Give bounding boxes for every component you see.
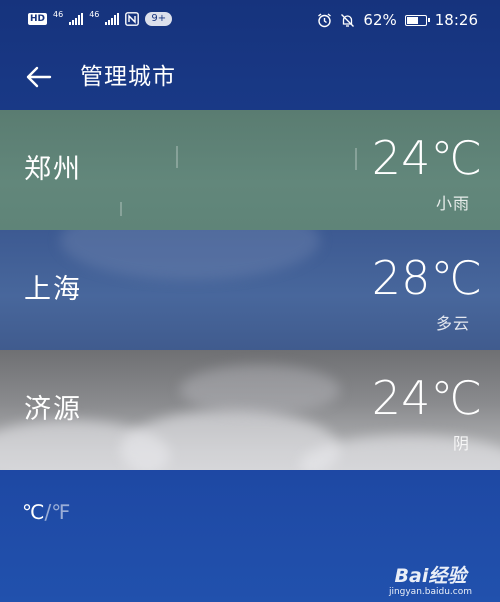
signal-icon (69, 13, 84, 25)
battery-percent: 62% (363, 11, 397, 29)
battery-level-fill (406, 16, 418, 24)
unit-fahrenheit[interactable]: ℉ (51, 500, 70, 524)
temperature: 24℃ (371, 371, 482, 425)
temperature-block: 28℃ (372, 250, 482, 306)
cloud-decoration (60, 230, 320, 280)
weather-condition: 多云 (435, 314, 470, 333)
baidu-jingyan-watermark: Bai经验 jingyan.baidu.com (389, 565, 472, 598)
signal-icon (105, 13, 120, 25)
clock-time: 18:26 (434, 11, 478, 29)
temperature: 28℃ (371, 251, 482, 305)
temperature-unit-toggle[interactable]: ℃/℉ (22, 500, 70, 524)
city-row-jiyuan[interactable]: 济源 24℃ 阴 (0, 350, 500, 470)
cloud-decoration (180, 365, 340, 415)
weather-condition: 阴 (452, 434, 470, 453)
arrow-left-icon (26, 66, 52, 88)
alarm-clock-icon (318, 12, 332, 27)
raindrop-decoration (355, 148, 357, 170)
unit-celsius[interactable]: ℃ (22, 500, 44, 524)
temperature-block: 24℃ (372, 130, 482, 186)
raindrop-decoration (176, 146, 178, 168)
temperature-block: 24℃ (372, 370, 482, 426)
network-type-1: 46 (53, 10, 64, 19)
city-row-shanghai[interactable]: 上海 28℃ 多云 (0, 230, 500, 350)
app-header: 管理城市 (0, 40, 500, 110)
network-type-2: 46 (89, 10, 100, 19)
status-left: HD 46 46 9+ (28, 10, 173, 26)
watermark-logo: Bai经验 (394, 565, 467, 587)
back-button[interactable] (22, 60, 56, 94)
bell-off-icon (341, 13, 355, 27)
temperature: 24℃ (371, 131, 482, 185)
battery-icon (404, 14, 430, 26)
city-name: 济源 (24, 394, 82, 425)
notification-count-badge: 9+ (145, 12, 173, 26)
weather-condition: 小雨 (435, 194, 470, 213)
raindrop-decoration (120, 202, 122, 216)
city-name: 郑州 (24, 154, 82, 185)
watermark-url: jingyan.baidu.com (388, 587, 472, 597)
hd-badge: HD (28, 13, 48, 25)
city-list: 郑州 24℃ 小雨 上海 28℃ 多云 济源 24℃ 阴 (0, 110, 500, 470)
page-title: 管理城市 (80, 64, 176, 90)
status-right: 62% 18:26 (317, 11, 478, 29)
status-bar: HD 46 46 9+ 62% 18:26 (0, 0, 500, 40)
city-name: 上海 (24, 274, 82, 305)
city-row-zhengzhou[interactable]: 郑州 24℃ 小雨 (0, 110, 500, 230)
nfc-icon (125, 12, 140, 26)
